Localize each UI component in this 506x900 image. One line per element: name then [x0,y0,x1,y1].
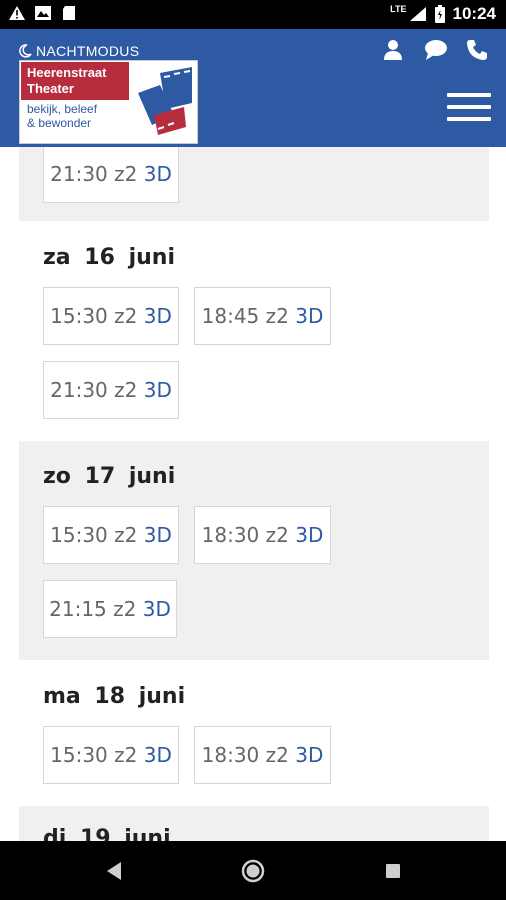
day-section: 21:30 z2 3D [19,147,489,221]
logo-tag1: bekijk, beleef [27,102,98,116]
day-section: za 16 juni 15:30 z2 3D 18:45 z2 3D 21:30… [19,221,489,441]
system-nav-bar [0,841,506,900]
network-label: LTE [390,4,407,14]
logo-tagline: bekijk, beleef & bewonder [21,102,129,130]
sd-card-icon [63,6,75,20]
showtime-button[interactable]: 21:15 z2 3D [43,580,177,638]
night-mode-toggle[interactable]: NACHTMODUS [18,43,139,59]
phone-icon[interactable] [466,39,488,61]
day-heading: di 19 juni [43,826,171,841]
showtime-button[interactable]: 18:45 z2 3D [194,287,331,345]
moon-icon [19,44,32,58]
showtime-button[interactable]: 15:30 z2 3D [43,506,179,564]
status-time: 10:24 [452,4,496,23]
night-mode-label: NACHTMODUS [36,43,140,59]
logo-tag2: & bewonder [27,116,92,130]
day-section: di 19 juni [19,806,489,841]
showtime-button[interactable]: 15:30 z2 3D [43,726,179,784]
logo-title-block: Heerenstraat Theater [21,62,129,100]
home-icon[interactable] [241,859,265,883]
day-section: ma 18 juni 15:30 z2 3D 18:30 z2 3D [19,660,489,806]
day-heading: ma 18 juni [43,684,186,709]
gallery-icon [35,6,51,20]
showtime-button[interactable]: 21:30 z2 3D [43,147,179,203]
battery-icon [434,5,445,23]
day-section: zo 17 juni 15:30 z2 3D 18:30 z2 3D 21:15… [19,441,489,660]
logo-line1: Heerenstraat [27,65,107,80]
showtime-button[interactable]: 15:30 z2 3D [43,287,179,345]
schedule-list[interactable]: 21:30 z2 3D za 16 juni 15:30 z2 3D 18:45… [0,147,506,841]
warning-icon [9,6,25,20]
chat-icon[interactable] [424,39,447,61]
day-heading: zo 17 juni [43,464,176,489]
film-strip-logo-icon [138,67,192,135]
menu-icon[interactable] [447,93,491,123]
showtime-button[interactable]: 18:30 z2 3D [194,506,331,564]
status-bar: LTE 10:24 [0,0,506,29]
logo-line2: Theater [27,81,74,96]
showtime-button[interactable]: 21:30 z2 3D [43,361,179,419]
back-icon[interactable] [105,861,123,881]
signal-icon [409,7,426,21]
showtime-button[interactable]: 18:30 z2 3D [194,726,331,784]
recents-icon[interactable] [385,863,401,879]
theater-logo[interactable]: Heerenstraat Theater bekijk, beleef & be… [19,60,198,144]
day-heading: za 16 juni [43,245,175,270]
user-icon[interactable] [382,39,404,61]
